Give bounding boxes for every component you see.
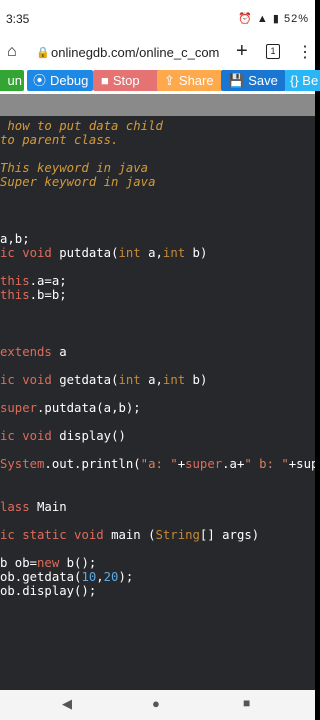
code-line: super.putdata(a,b); — [0, 400, 141, 415]
code-line: ic void getdata(int a,int b) — [0, 372, 208, 387]
signal-icon: ▲ — [256, 13, 269, 25]
share-icon: ⇪ — [164, 73, 175, 88]
code-line: a,b; — [0, 231, 30, 246]
code-line: how to put data child — [0, 119, 163, 133]
stop-button[interactable]: ■ Stop — [93, 70, 161, 91]
code-line: ob.getdata(10,20); — [0, 570, 134, 584]
tab-count-button[interactable]: 1 — [266, 44, 280, 59]
nav-home-icon[interactable]: ● — [152, 696, 160, 711]
alarm-icon: ⏰ — [238, 13, 253, 25]
code-line: System.out.println("a: "+super.a+" b: "+… — [0, 457, 315, 472]
lock-icon[interactable]: 🔒 — [36, 46, 50, 59]
code-line: ic void display() — [0, 429, 126, 444]
code-line: this.a=a; — [0, 274, 67, 289]
battery-percent: 52% — [283, 13, 309, 25]
code-line: ob.display(); — [0, 584, 97, 599]
save-button[interactable]: 💾 Save — [221, 70, 286, 91]
debug-icon: ⦿ — [33, 73, 47, 88]
android-nav-bar: ◀ ● ■ — [0, 690, 315, 720]
code-line: ic void putdata(int a,int b) — [0, 245, 208, 260]
new-tab-icon[interactable]: + — [236, 40, 248, 63]
code-line: to parent class. — [0, 133, 119, 148]
status-bar: 3:35 ⏰ ▲ ▮ 52% — [0, 0, 315, 38]
status-icons: ⏰ ▲ ▮ 52% — [238, 12, 309, 25]
debug-button[interactable]: ⦿ Debug — [27, 70, 93, 91]
code-line: extends a — [0, 344, 67, 359]
code-editor[interactable]: how to put data child to parent class. Th… — [0, 116, 315, 690]
ide-toolbar: un ⦿ Debug ■ Stop ⇪ Share 💾 Save {} Be — [0, 68, 320, 94]
file-tab-strip — [0, 94, 315, 116]
stop-icon: ■ — [101, 73, 109, 88]
code-line: b ob=new b(); — [0, 555, 97, 570]
status-time: 3:35 — [6, 12, 30, 26]
run-button[interactable]: un — [0, 70, 24, 91]
save-icon: 💾 — [228, 73, 245, 88]
code-line: ic static void main (String[] args) — [0, 527, 260, 542]
code-lines: how to put data child to parent class. Th… — [0, 119, 315, 598]
code-line: this.b=b; — [0, 288, 67, 303]
browser-address-bar: ⌂ 🔒 onlinegdb.com/online_c_com + 1 ⋮ — [0, 38, 315, 68]
share-button[interactable]: ⇪ Share — [157, 70, 222, 91]
code-line: lass Main — [0, 499, 67, 514]
code-line: This keyword in java — [0, 161, 149, 176]
home-icon[interactable]: ⌂ — [7, 43, 17, 61]
beautify-button[interactable]: {} Be — [285, 70, 320, 91]
url-field[interactable]: onlinegdb.com/online_c_com — [51, 45, 221, 60]
more-menu-icon[interactable]: ⋮ — [297, 42, 313, 62]
battery-icon: ▮ — [272, 13, 280, 25]
recents-icon[interactable]: ■ — [243, 696, 250, 710]
code-line: Super keyword in java — [0, 175, 156, 190]
back-icon[interactable]: ◀ — [62, 696, 72, 712]
